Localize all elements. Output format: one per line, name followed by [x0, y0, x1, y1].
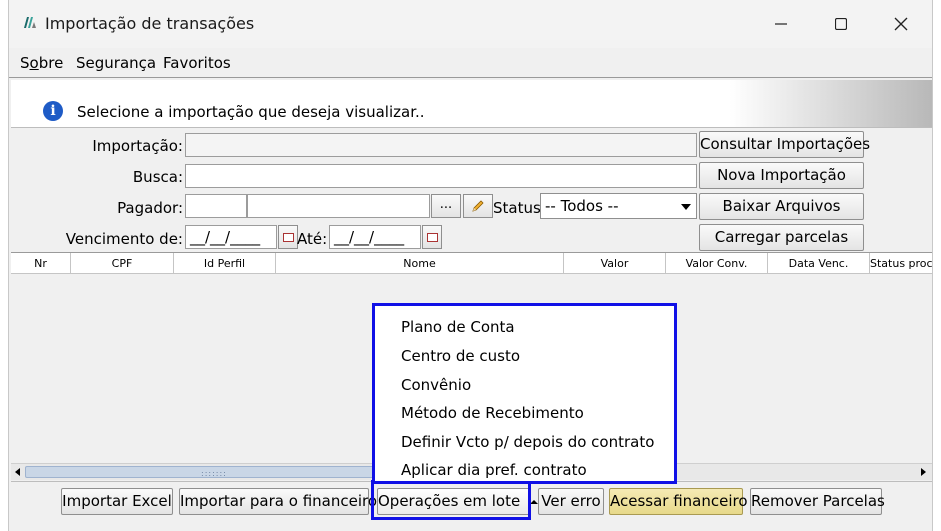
popup-item-centro-de-custo[interactable]: Centro de custo: [401, 347, 520, 365]
acessar-financeiro-button[interactable]: Acessar financeiro: [609, 488, 748, 515]
pagador-code-field[interactable]: [185, 194, 247, 218]
column-header-valor[interactable]: Valor: [564, 253, 666, 274]
info-icon: i: [43, 101, 63, 121]
consultar-importacoes-button[interactable]: Consultar Importações: [699, 131, 870, 158]
title-bar[interactable]: Importação de transações: [9, 0, 932, 48]
calendar-icon: [283, 233, 294, 242]
operacoes-popup-menu: Plano de Conta Centro de custo Convênio …: [372, 303, 677, 484]
minimize-icon: [775, 23, 787, 25]
nova-importacao-button[interactable]: Nova Importação: [699, 162, 864, 189]
operacoes-highlight-box: [371, 480, 531, 520]
app-logo-icon: [24, 17, 36, 28]
menu-seguranca[interactable]: Segurança: [76, 54, 156, 72]
importacao-label: Importação:: [92, 137, 183, 155]
column-header-cpf[interactable]: CPF: [71, 253, 174, 274]
baixar-arquivos-button[interactable]: Baixar Arquivos: [699, 193, 864, 220]
popup-item-aplicar-dia-pref[interactable]: Aplicar dia pref. contrato: [401, 461, 587, 479]
status-select[interactable]: -- Todos --: [540, 193, 697, 219]
close-button[interactable]: [881, 10, 921, 38]
pagador-name-field[interactable]: [247, 194, 430, 218]
popup-item-plano-de-conta[interactable]: Plano de Conta: [401, 318, 515, 336]
vencimento-de-field[interactable]: __/__/____: [185, 225, 277, 249]
popup-item-convenio[interactable]: Convênio: [401, 376, 471, 394]
minimize-button[interactable]: [761, 10, 801, 38]
banner-message: Selecione a importação que deseja visual…: [77, 103, 425, 121]
menu-sobre[interactable]: Sobre: [20, 54, 63, 72]
column-header-nr[interactable]: Nr: [11, 253, 71, 274]
maximize-icon: [835, 18, 847, 30]
pencil-icon: [472, 200, 484, 212]
menu-bar: Sobre Segurança Favoritos: [9, 48, 932, 78]
ver-erro-button[interactable]: Ver erro: [538, 488, 604, 515]
popup-item-definir-vcto[interactable]: Definir Vcto p/ depois do contrato: [401, 433, 654, 451]
vencimento-label: Vencimento de:: [65, 230, 183, 248]
column-header-id-perfil[interactable]: Id Perfil: [174, 253, 276, 274]
menu-sobre-label: Sobre: [20, 54, 64, 72]
popup-item-metodo-recebimento[interactable]: Método de Recebimento: [401, 404, 584, 422]
ate-label: Até:: [297, 230, 328, 248]
menu-favoritos[interactable]: Favoritos: [163, 54, 231, 72]
vencimento-ate-calendar-button[interactable]: [422, 225, 442, 249]
status-label: Status:: [493, 199, 546, 217]
status-select-value: -- Todos --: [545, 197, 619, 215]
busca-input[interactable]: [185, 164, 697, 188]
calendar-icon: [427, 233, 438, 242]
dropdown-arrow-icon: [681, 204, 691, 210]
remover-parcelas-button[interactable]: Remover Parcelas: [750, 488, 885, 515]
scroll-right-icon[interactable]: [917, 466, 929, 478]
column-header-data-venc[interactable]: Data Venc.: [768, 253, 870, 274]
table-header: Nr CPF Id Perfil Nome Valor Valor Conv. …: [11, 253, 932, 274]
maximize-button[interactable]: [821, 10, 861, 38]
column-header-status-proc[interactable]: Status proc: [870, 253, 932, 274]
vencimento-ate-field[interactable]: __/__/____: [329, 225, 421, 249]
grip-icon: :::::::: [201, 469, 227, 478]
vencimento-de-calendar-button[interactable]: [278, 225, 298, 249]
pagador-browse-button[interactable]: ...: [431, 194, 461, 218]
pagador-edit-button[interactable]: [463, 194, 493, 218]
close-icon: [894, 17, 908, 31]
scroll-left-icon[interactable]: [12, 466, 24, 478]
column-header-nome[interactable]: Nome: [276, 253, 564, 274]
importar-excel-button[interactable]: Importar Excel: [61, 488, 173, 515]
importar-financeiro-button[interactable]: Importar para o financeiro: [179, 488, 377, 515]
window-title: Importação de transações: [45, 14, 255, 33]
importacao-field[interactable]: [185, 133, 697, 157]
carregar-parcelas-button[interactable]: Carregar parcelas: [699, 224, 864, 251]
scrollbar-thumb[interactable]: :::::::: [25, 466, 375, 478]
column-header-valor-conv[interactable]: Valor Conv.: [666, 253, 768, 274]
info-banner: i Selecione a importação que deseja visu…: [11, 80, 932, 128]
busca-label: Busca:: [132, 168, 183, 186]
pagador-label: Pagador:: [117, 199, 183, 217]
